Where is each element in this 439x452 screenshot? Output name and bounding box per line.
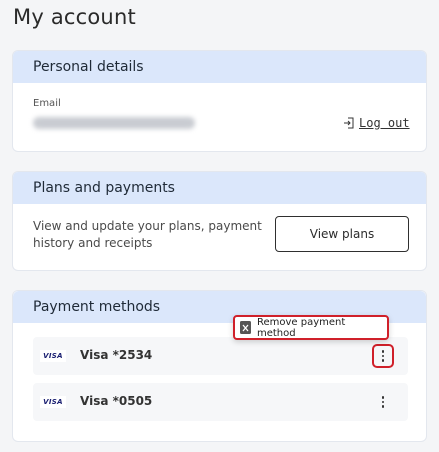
logout-link[interactable]: Log out xyxy=(343,116,410,130)
personal-details-header: Personal details xyxy=(13,51,426,83)
page-title: My account xyxy=(13,5,136,29)
visa-icon: VISA xyxy=(40,350,66,362)
payment-methods-card: Payment methods VISA Visa *2534 VISA Vis… xyxy=(12,290,427,442)
personal-details-card: Personal details Email Log out xyxy=(12,50,427,152)
email-label: Email xyxy=(33,98,61,109)
email-value-redacted xyxy=(33,117,195,129)
kebab-menu-icon[interactable] xyxy=(374,392,392,412)
plans-header: Plans and payments xyxy=(13,172,426,204)
logout-label: Log out xyxy=(359,116,410,130)
remove-payment-method-label: Remove payment method xyxy=(256,316,346,339)
trash-icon xyxy=(240,321,251,334)
payment-method-label: Visa *0505 xyxy=(80,394,153,408)
view-plans-button[interactable]: View plans xyxy=(275,216,409,252)
visa-icon: VISA xyxy=(40,396,66,408)
plans-description: View and update your plans, payment hist… xyxy=(33,219,262,250)
remove-payment-method-menu-item[interactable]: Remove payment method xyxy=(233,315,389,340)
payment-method-row: VISA Visa *2534 xyxy=(33,337,408,375)
plans-card: Plans and payments View and update your … xyxy=(12,171,427,271)
kebab-menu-icon[interactable] xyxy=(372,344,394,368)
payment-method-row: VISA Visa *0505 xyxy=(33,383,408,421)
logout-icon xyxy=(344,117,354,129)
payment-method-label: Visa *2534 xyxy=(80,348,153,362)
